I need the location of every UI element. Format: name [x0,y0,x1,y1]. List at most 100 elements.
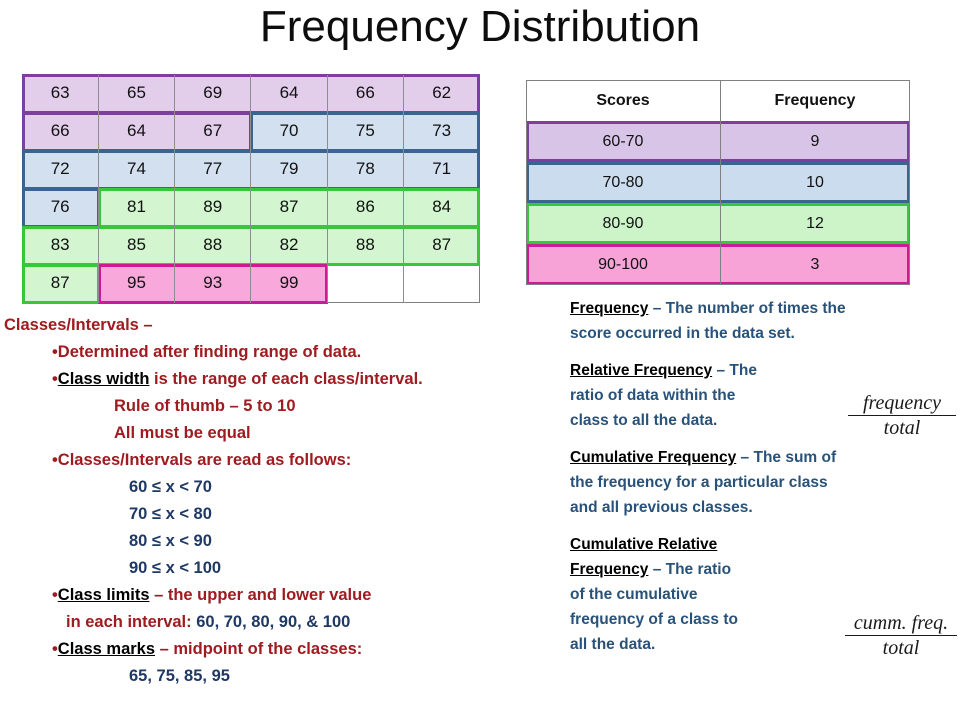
table-row [21,150,481,189]
raw-data-grid: 63 65 69 64 66 62 66 64 67 70 75 73 72 74 77 79 78 71 76 81… [21,74,481,304]
definition-text: – The number of times the [648,300,846,317]
table-row [21,74,481,113]
definition-line: Relative Frequency – The [570,358,960,383]
data-cell [402,74,481,113]
definition-line: score occurred in the data set. [570,325,795,342]
data-cell [174,264,252,303]
term-class-limits: Class limits [57,586,150,604]
data-cell [326,226,404,265]
data-cell [250,150,328,189]
data-cell [98,188,176,227]
definition-line: Frequency – The ratio [570,557,960,582]
data-cell [402,112,481,151]
term-cumulative-frequency: Cumulative Frequency [570,449,737,466]
data-cell [250,226,328,265]
freq-table-row-90-100: 90-100 3 [526,244,910,285]
frequency-table: Scores Frequency 60-70 9 70-80 10 80-90 … [526,80,910,285]
data-cell [402,226,481,265]
definition-line: Cumulative Relative [570,532,960,557]
data-cell [21,112,100,151]
raw-data-table [21,74,481,303]
data-cell [402,188,481,227]
note-bullet-read-as-follows: •Classes/Intervals are read as follows: [52,451,352,469]
freq-frequency-value: 10 [806,173,824,191]
definition-line: Frequency – The number of times the [570,296,960,321]
data-cell [21,226,100,265]
freq-frequency-value: 3 [810,255,820,273]
formula-cumulative-relative-frequency: cumm. freq. total [845,612,957,660]
interval-90-100: 90 ≤ x < 100 [129,559,222,577]
note-bullet-class-limits: •Class limits – the upper and lower valu… [4,582,504,609]
note-text: – midpoint of the classes: [155,640,363,658]
data-cell [98,264,176,303]
freq-frequency-value: 12 [806,214,824,232]
data-cell [98,74,176,113]
data-cell [250,188,328,227]
definition-line: the frequency for a particular class [570,474,828,491]
term-cumulative-relative-frequency-l2: Frequency [570,561,649,578]
data-cell [250,264,328,303]
definition-text: – The ratio [648,561,732,578]
data-cell [21,264,100,303]
formula-denominator: total [883,417,921,439]
data-cell [250,74,328,113]
formula-numerator: cumm. freq. [845,612,957,636]
formula-numerator: frequency [848,392,956,416]
note-text: is the range of each class/interval. [149,370,423,388]
data-cell [21,188,100,227]
page-title: Frequency Distribution [259,2,701,51]
definition-cumulative-frequency: Cumulative Frequency – The sum of the fr… [570,445,960,520]
interval-70-80: 70 ≤ x < 80 [129,505,212,523]
data-cell [326,74,404,113]
freq-frequency-value: 9 [810,132,820,150]
definition-frequency: Frequency – The number of times the scor… [570,296,960,346]
note-bullet-determined: •Determined after finding range of data. [52,343,362,361]
data-cell [326,188,404,227]
formula-denominator: total [882,637,920,659]
data-cell [21,150,100,189]
class-limits-values: 60, 70, 80, 90, & 100 [196,613,351,631]
data-cell [21,74,100,113]
definition-text: – The sum of [736,449,837,466]
freq-table-row-70-80: 70-80 10 [526,162,910,203]
freq-table-row-60-70: 60-70 9 [526,121,910,162]
term-class-marks: Class marks [57,640,156,658]
interval-80-90: 80 ≤ x < 90 [129,532,212,550]
formula-relative-frequency: frequency total [848,392,956,440]
note-bullet-class-marks: •Class marks – midpoint of the classes: [4,636,504,663]
freq-scores-value: 80-90 [602,214,644,232]
data-cell [98,226,176,265]
data-cell [250,112,328,151]
data-cell [402,150,481,189]
note-class-limits-values: in each interval: 60, 70, 80, 90, & 100 [4,609,504,636]
term-frequency: Frequency [570,300,649,317]
interval-60-70: 60 ≤ x < 70 [129,478,212,496]
data-cell [174,188,252,227]
note-all-must-be-equal: All must be equal [114,424,251,442]
definition-line: of the cumulative [570,586,698,603]
definition-line: and all previous classes. [570,499,753,516]
left-notes-block: Classes/Intervals – •Determined after fi… [4,312,504,690]
column-header-scores: Scores [596,91,650,109]
note-bullet-class-width: •Class width is the range of each class/… [4,366,504,393]
data-cell [174,112,252,151]
data-cell [174,150,252,189]
data-cell [98,150,176,189]
freq-table-header-row: Scores Frequency [526,80,910,121]
class-marks-values: 65, 75, 85, 95 [129,667,230,685]
definition-line: Cumulative Frequency – The sum of [570,445,960,470]
data-cell [326,112,404,151]
freq-scores-value: 90-100 [598,255,648,273]
term-class-width: Class width [57,370,150,388]
table-row [21,188,481,227]
definition-text: – The [712,362,757,379]
data-cell [174,74,252,113]
data-cell [98,112,176,151]
freq-scores-value: 60-70 [602,132,644,150]
freq-table-row-80-90: 80-90 12 [526,203,910,244]
table-row [21,112,481,151]
column-header-frequency: Frequency [774,91,856,109]
freq-scores-value: 70-80 [602,173,644,191]
term-cumulative-relative-frequency-l1: Cumulative Relative [570,536,718,553]
note-rule-of-thumb: Rule of thumb – 5 to 10 [114,397,296,415]
